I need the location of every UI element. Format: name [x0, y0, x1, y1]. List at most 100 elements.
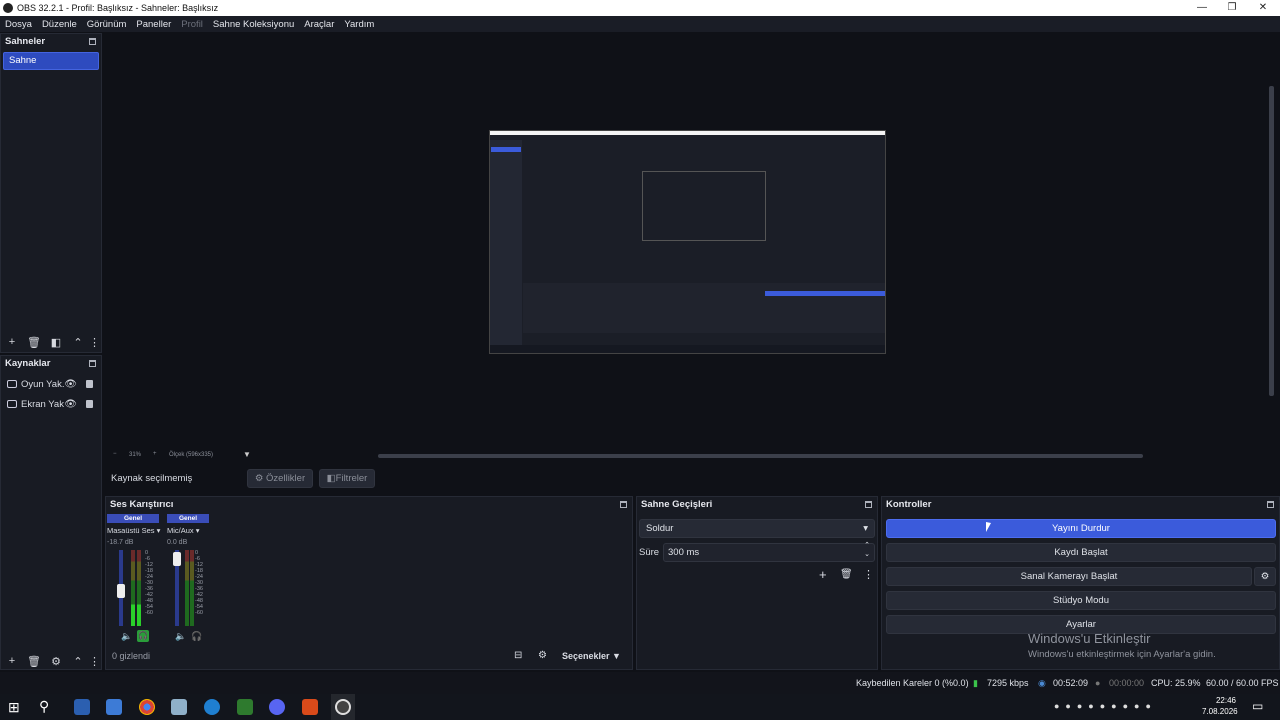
db-tick: -60 [145, 610, 153, 616]
db-scale: 0 -6 -12 -18 -24 -30 -36 -42 -48 -54 -60 [145, 550, 153, 616]
filters-icon[interactable]: ◧ [45, 336, 67, 349]
mixer-channel-desktop: Genel Masaüstü Ses ▾ -18.7 dB 0 -6 -12 -18-… [107, 514, 160, 644]
clock-date[interactable]: 7.08.2026 [1202, 707, 1238, 716]
gamepad-icon [7, 380, 17, 388]
start-virtual-camera-button[interactable]: Sanal Kamerayı Başlat [886, 567, 1252, 586]
level-meter [131, 550, 135, 626]
remove-source-icon[interactable]: 🗑 [23, 655, 45, 668]
menu-tools[interactable]: Araçlar [304, 19, 334, 30]
scenes-toolbar: + 🗑 ◧ ⌃ ⋮ [1, 334, 103, 350]
level-meter [190, 550, 194, 626]
popout-icon[interactable] [89, 38, 96, 45]
channel-tag: Genel [107, 514, 159, 523]
lock-icon[interactable] [86, 400, 93, 408]
no-source-label: Kaynak seçilmemiş [111, 473, 193, 484]
zoom-in-icon[interactable]: + [153, 451, 157, 457]
status-bar: Kaybedilen Kareler 0 (%0.0) ▮ 7295 kbps … [0, 672, 1280, 694]
popout-icon[interactable] [1267, 501, 1274, 508]
menu-view[interactable]: Görünüm [87, 19, 127, 30]
transition-select[interactable]: Soldur ▾ [639, 519, 875, 538]
menu-profile[interactable]: Profil [181, 19, 203, 30]
source-toolbar: Kaynak seçilmemiş ⚙ Özellikler ◧Filtrele… [107, 468, 1269, 490]
properties-button[interactable]: ⚙ Özellikler [247, 469, 313, 488]
sources-toolbar: + 🗑 ⚙ ⌃ ⋮ [1, 653, 103, 669]
add-transition-icon[interactable]: + [819, 567, 827, 582]
move-up-icon[interactable]: ⌃ [67, 655, 89, 668]
calculator-icon[interactable] [74, 699, 90, 715]
clock-time[interactable]: 22:46 [1206, 696, 1246, 705]
filters-button[interactable]: ◧Filtreler [319, 469, 375, 488]
sources-dock: Kaynaklar Oyun Yak. 👁 Ekran Yak 👁 + 🗑 ⚙ … [0, 355, 102, 670]
app-icon[interactable] [171, 699, 187, 715]
app-icon[interactable] [302, 699, 318, 715]
preview-canvas[interactable] [489, 130, 886, 354]
more-icon[interactable]: ⋮ [89, 655, 100, 668]
db-tick: -60 [195, 610, 203, 616]
headphones-icon[interactable]: 🎧 [191, 631, 202, 642]
lock-icon[interactable] [86, 380, 93, 388]
headphones-icon[interactable]: 🎧 [137, 630, 149, 642]
restore-icon[interactable]: ❐ [1217, 0, 1247, 16]
speaker-icon[interactable]: 🔈 [121, 631, 132, 642]
menu-scene-collection[interactable]: Sahne Koleksiyonu [213, 19, 294, 30]
level-meter [185, 550, 189, 626]
popout-icon[interactable] [89, 360, 96, 367]
chrome-icon[interactable] [139, 699, 155, 715]
source-item-game[interactable]: Oyun Yak. 👁 [1, 374, 101, 394]
zoom-out-icon[interactable]: − [113, 451, 117, 457]
explorer-icon[interactable] [106, 699, 122, 715]
add-scene-icon[interactable]: + [1, 336, 23, 348]
menu-edit[interactable]: Düzenle [42, 19, 77, 30]
mouse-cursor-icon [986, 522, 991, 532]
trash-icon[interactable]: 🗑 [840, 569, 853, 580]
duration-spinbox[interactable]: 300 ms ⌃ ⌄ [663, 541, 875, 562]
menu-file[interactable]: Dosya [5, 19, 32, 30]
menu-docks[interactable]: Paneller [136, 19, 171, 30]
gear-icon[interactable]: ⚙ [45, 655, 67, 668]
windows-start-icon[interactable]: ⊞ [8, 699, 20, 716]
channel-name[interactable]: Mic/Aux ▾ [167, 526, 219, 535]
fader-handle[interactable] [173, 552, 181, 566]
close-icon[interactable]: ✕ [1248, 0, 1278, 16]
gear-icon[interactable]: ⚙ [1254, 567, 1276, 586]
eye-icon[interactable]: 👁 [64, 399, 77, 410]
more-icon[interactable]: ⋮ [89, 336, 100, 349]
eye-icon[interactable]: 👁 [64, 379, 77, 390]
tray-icons[interactable]: ●●●●●●●●● [1054, 701, 1157, 711]
popout-icon[interactable] [865, 501, 872, 508]
studio-mode-button[interactable]: Stüdyo Modu [886, 591, 1276, 610]
channel-tag: Genel [167, 514, 209, 523]
chevron-down-icon[interactable]: ▼ [243, 450, 251, 459]
channel-name[interactable]: Masaüstü Ses ▾ [107, 526, 160, 535]
remove-scene-icon[interactable]: 🗑 [23, 336, 45, 349]
discord-icon[interactable] [269, 699, 285, 715]
edge-icon[interactable] [204, 699, 220, 715]
chevron-down-icon: ▾ [863, 523, 868, 534]
minimize-icon[interactable]: — [1187, 0, 1217, 16]
advanced-audio-icon[interactable]: ⚙ [538, 650, 547, 661]
scale-label: Ölçek (596x335) [169, 452, 214, 458]
layout-icon[interactable]: ⊟ [514, 650, 522, 661]
search-icon[interactable]: ⚲ [39, 698, 49, 715]
controls-dock: Kontroller Yayını Durdur Kaydı Başlat Sa… [881, 496, 1280, 670]
add-source-icon[interactable]: + [1, 655, 23, 667]
speaker-icon[interactable]: 🔈 [175, 631, 186, 642]
fader-handle[interactable] [117, 584, 125, 598]
popout-icon[interactable] [620, 501, 627, 508]
level-meter [137, 550, 141, 626]
options-button[interactable]: Seçenekler ▼ [562, 651, 621, 661]
app-icon[interactable] [237, 699, 253, 715]
horizontal-scrollbar[interactable] [378, 454, 1143, 458]
menu-help[interactable]: Yardım [344, 19, 374, 30]
stepper-icon[interactable]: ⌃ ⌄ [864, 541, 870, 559]
notification-icon[interactable]: ▭ [1252, 699, 1263, 713]
start-recording-button[interactable]: Kaydı Başlat [886, 543, 1276, 562]
more-icon[interactable]: ⋮ [863, 568, 874, 581]
stop-stream-button[interactable]: Yayını Durdur [886, 519, 1276, 538]
db-scale: 0 -6 -12 -18 -24 -30 -36 -42 -48 -54 -60 [195, 550, 203, 616]
move-up-icon[interactable]: ⌃ [67, 336, 89, 349]
vertical-scrollbar[interactable] [1269, 86, 1274, 396]
source-item-screen[interactable]: Ekran Yak 👁 [1, 394, 101, 414]
scene-item[interactable]: Sahne [3, 52, 99, 70]
mixer-title: Ses Karıştırıcı [106, 497, 632, 513]
